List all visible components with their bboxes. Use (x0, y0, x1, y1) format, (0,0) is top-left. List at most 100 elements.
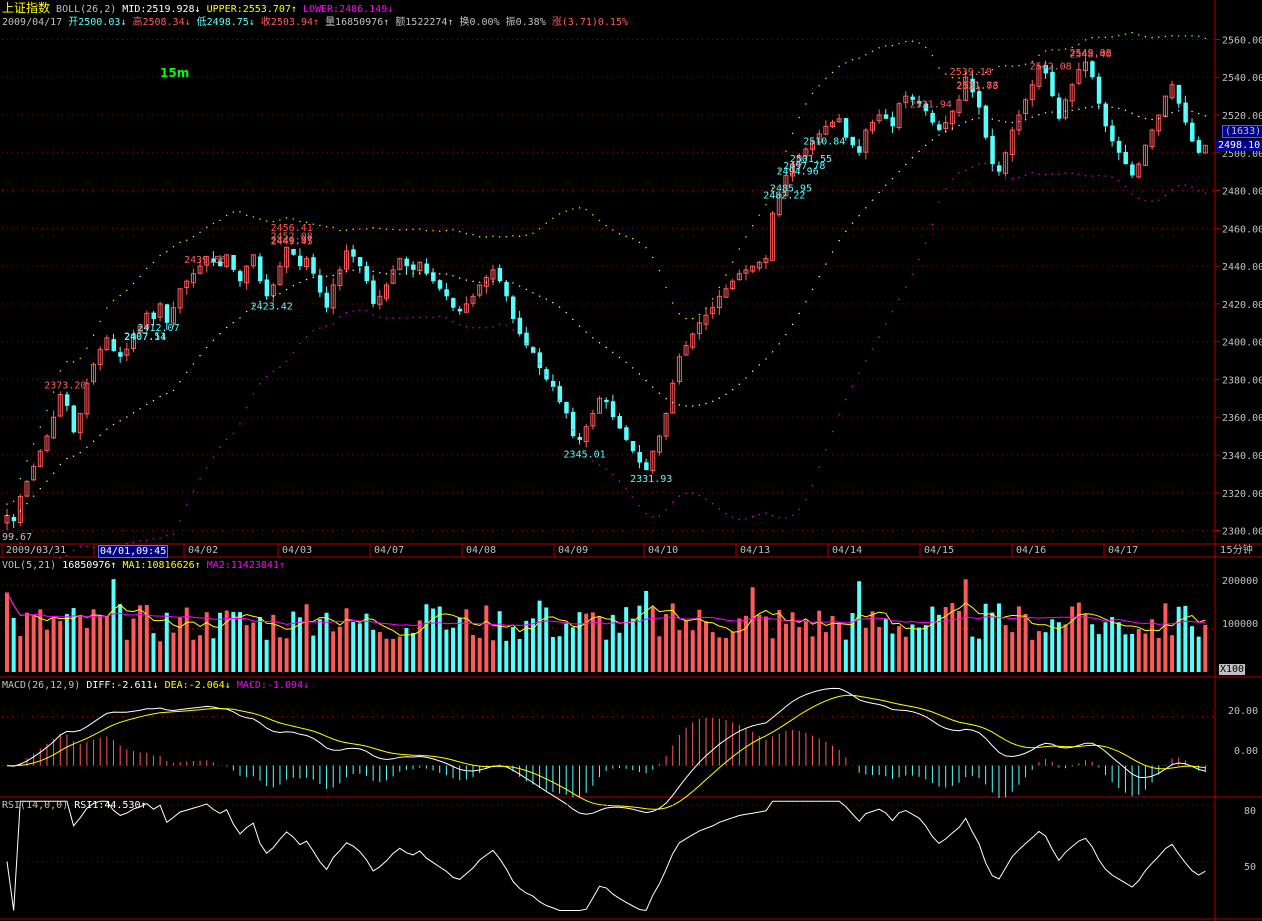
boll-mid-dot (245, 310, 248, 313)
boll-upper-dot (392, 228, 394, 231)
boll-upper-dot (485, 236, 488, 238)
candle-body (164, 304, 170, 323)
volume-bar (690, 630, 695, 672)
volume-bar (191, 639, 196, 672)
volume-bar (1116, 622, 1121, 672)
volume-bar (118, 604, 123, 672)
volume-bar (890, 633, 895, 672)
high-price-label: 2542.08 (1030, 61, 1072, 72)
boll-mid-dot (472, 280, 474, 282)
boll-upper-dot (252, 216, 255, 218)
boll-upper-dot (605, 224, 607, 227)
volume-bar (304, 604, 309, 672)
boll-upper-dot (1024, 63, 1027, 65)
macd-value: MACD:-1.094↓ (236, 680, 310, 691)
candle-body (637, 451, 642, 463)
boll-mid-dot (572, 318, 574, 321)
boll-upper-dot (578, 207, 581, 209)
volume-bar (31, 615, 36, 672)
boll-upper-dot (232, 211, 235, 213)
boll-lower-dot (1118, 180, 1120, 182)
boll-upper-dot (1051, 49, 1053, 51)
boll-lower-dot (572, 429, 574, 431)
boll-mid-dot (845, 230, 847, 232)
boll-mid-dot (179, 380, 181, 383)
boll-lower-dot (638, 504, 641, 507)
boll-upper-dot (12, 500, 15, 502)
candle-body (1130, 164, 1135, 176)
volume-bar (437, 606, 442, 672)
boll-upper-dot (179, 241, 181, 244)
boll-upper-dot (665, 286, 667, 289)
boll-upper-dot (918, 42, 920, 44)
boll-upper-dot (86, 347, 88, 349)
boll-lower-dot (1178, 184, 1180, 187)
boll-upper-dot (206, 226, 208, 228)
boll-lower-dot (725, 512, 727, 515)
boll-mid-dot (345, 270, 348, 273)
volume-bar (231, 611, 236, 672)
candle-body (504, 281, 509, 297)
boll-mid-dot (92, 440, 95, 443)
boll-mid-dot (192, 363, 195, 365)
boll-lower-dot (445, 317, 448, 319)
candle-body (1050, 71, 1055, 97)
volume-bar (704, 621, 709, 672)
boll-params: BOLL(26,2) (56, 4, 117, 15)
date-label: 04/03 (282, 545, 313, 556)
boll-lower-dot (1184, 184, 1187, 186)
volume-bar (843, 639, 848, 672)
candle-body (291, 248, 296, 255)
boll-mid-dot (1024, 119, 1027, 121)
boll-upper-dot (279, 219, 281, 221)
boll-mid-dot (86, 446, 88, 448)
boll-mid-dot (72, 455, 75, 457)
boll-upper-dot (705, 307, 707, 309)
volume-bar (976, 638, 981, 672)
boll-mid-dot (532, 292, 534, 294)
price-tick-label: 2380.00 (1222, 375, 1262, 386)
volume-bar (244, 625, 249, 672)
date-label: 04/02 (188, 545, 219, 556)
volume-bar (284, 638, 289, 672)
boll-upper-dot (19, 478, 22, 480)
boll-upper-dot (791, 132, 794, 135)
candle-body (1196, 140, 1202, 153)
boll-mid-dot (1178, 110, 1180, 112)
boll-upper-dot (259, 218, 261, 220)
boll-mid-dot (52, 472, 55, 474)
boll-upper: UPPER:2553.707↑ (206, 4, 297, 15)
rsi-tick: 80 (1244, 806, 1257, 817)
boll-mid-dot (139, 408, 141, 410)
stock-chart-canvas[interactable]: 2300.00 2320.00 2340.00 2360.00 2380.00 2400.… (0, 0, 1262, 921)
boll-mid-dot (525, 288, 527, 291)
boll-mid-dot (612, 351, 614, 354)
boll-mid-dot (372, 270, 374, 273)
boll-lower-dot (991, 167, 994, 170)
boll-lower-dot (1151, 200, 1153, 203)
volume-bar (51, 617, 56, 672)
boll-upper-dot (825, 77, 827, 80)
boll-lower-dot (412, 316, 414, 319)
boll-mid-dot (439, 273, 441, 275)
boll-lower-dot (672, 501, 674, 504)
period-unit-label: 15分钟 (1220, 545, 1253, 556)
volume-bar (1143, 633, 1148, 672)
volume-bar (910, 624, 915, 672)
candle-body (238, 271, 243, 282)
boll-lower-dot (692, 492, 694, 495)
macd-title: MACD(26,12,9) (2, 680, 81, 691)
vol-header: VOL(5,21) 16850976↑ MA1:10816626↑ MA2:11… (2, 560, 285, 572)
boll-upper-dot (925, 46, 927, 49)
boll-lower-dot (512, 329, 514, 331)
boll-lower-dot (532, 351, 534, 354)
boll-upper-dot (818, 85, 820, 87)
boll-mid-dot (265, 298, 268, 300)
quote-low: 低2498.75↓ (196, 17, 255, 28)
boll-upper-dot (751, 225, 754, 227)
boll-upper-dot (465, 232, 468, 235)
date-label-cursor[interactable]: 04/01,09:45 (98, 545, 169, 558)
volume-bar (158, 641, 163, 672)
volume-bar (490, 640, 495, 672)
boll-upper-dot (299, 220, 301, 223)
